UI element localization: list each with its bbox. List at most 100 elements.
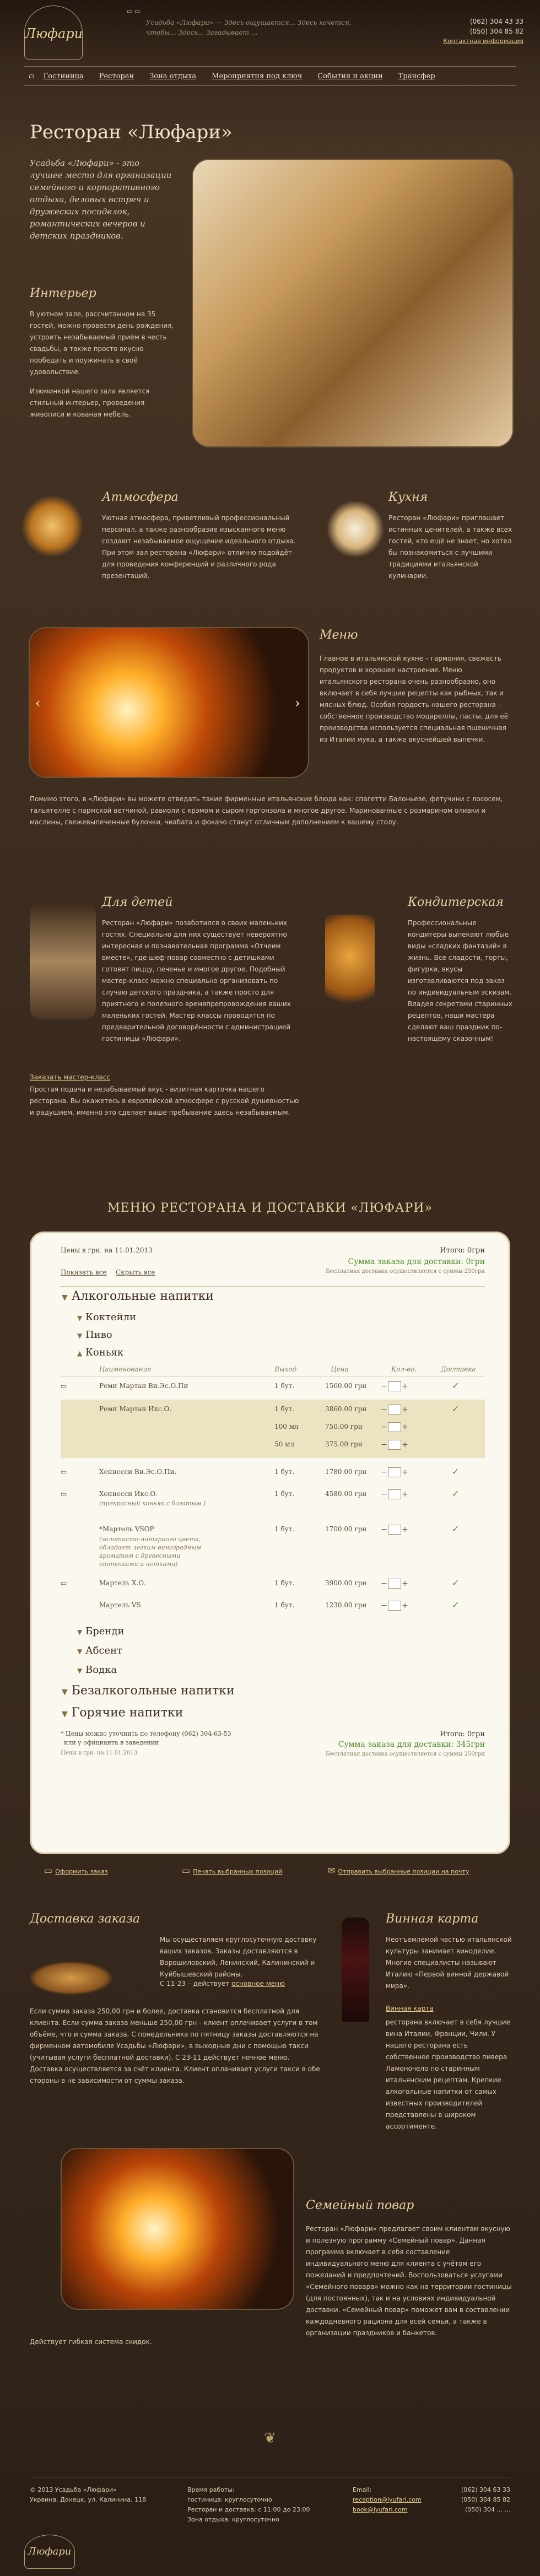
quantity-input[interactable]	[388, 1404, 401, 1414]
divider	[61, 1376, 485, 1378]
nav-item-transfer[interactable]: Трансфер	[398, 72, 435, 80]
item-price: 375.00 грн	[325, 1440, 363, 1448]
plus-icon[interactable]: +	[401, 1579, 409, 1588]
delivery-check-icon: ✓	[452, 1600, 460, 1610]
item-name: *Мартель VSOP	[99, 1525, 154, 1533]
delivery-total-bottom: Сумма заказа для доставки: 345грн	[338, 1740, 485, 1749]
wine-card-link[interactable]: Винная карта	[386, 2003, 434, 2015]
plus-icon[interactable]: +	[401, 1423, 409, 1432]
quantity-stepper[interactable]: − +	[380, 1439, 409, 1450]
plus-icon[interactable]: +	[401, 1601, 409, 1610]
minus-icon[interactable]: −	[380, 1423, 388, 1432]
quantity-input[interactable]	[388, 1467, 401, 1477]
subcategory-vodka-label: Водка	[85, 1664, 117, 1676]
order-masterclass-link[interactable]: Заказать мастер-класс	[30, 1072, 110, 1083]
print-button[interactable]: ▭ Печать выбранных позиций	[182, 1865, 282, 1876]
main-menu-link[interactable]: основное меню	[231, 1980, 285, 1988]
quantity-input[interactable]	[388, 1578, 401, 1589]
page-title: Ресторан «Люфари»	[30, 121, 233, 143]
minus-icon[interactable]: −	[380, 1601, 388, 1610]
item-output: 1 бут.	[274, 1525, 295, 1533]
col-delivery: Доставка	[441, 1365, 476, 1373]
nav-item-recreation[interactable]: Зона отдыха	[149, 72, 196, 80]
plus-icon[interactable]: +	[401, 1525, 409, 1534]
item-output: 1 бут.	[274, 1490, 295, 1498]
minus-icon[interactable]: −	[380, 1490, 388, 1499]
item-price: 1560.00 грн	[325, 1382, 367, 1390]
show-all-link[interactable]: Показать все	[61, 1268, 107, 1276]
quantity-stepper[interactable]: − +	[380, 1524, 409, 1535]
kitchen-title: Кухня	[388, 490, 428, 504]
chevron-down-icon: ▼	[77, 1314, 83, 1322]
flag-icons[interactable]: ▭ ▭	[127, 8, 140, 15]
subcategory-vodka[interactable]: ▼ Водка	[77, 1664, 117, 1676]
wine-bottle-photo	[342, 1918, 369, 2022]
subcategory-cognac[interactable]: ▲ Коньяк	[77, 1347, 123, 1358]
price-date: Цены в грн. на 11.01.2013	[61, 1246, 153, 1254]
footer-logo[interactable]: Люфари	[24, 2535, 75, 2569]
kids-photo	[30, 904, 96, 1019]
subcategory-absinthe[interactable]: ▼ Абсент	[77, 1645, 122, 1656]
header-phones: (062) 304 43 33 (050) 304 85 82 Контактн…	[419, 17, 523, 46]
kids-text-2: Простая подача и незабываемый вкус - виз…	[30, 1086, 299, 1116]
minus-icon[interactable]: −	[380, 1382, 388, 1391]
item-name: Хеннесси Икс.О.	[99, 1490, 158, 1498]
quantity-stepper[interactable]: − +	[380, 1403, 409, 1414]
item-name: Реми Мартан Икс.О.	[99, 1405, 172, 1413]
quantity-input[interactable]	[388, 1422, 401, 1432]
plus-icon[interactable]: +	[401, 1405, 409, 1414]
quantity-stepper[interactable]: − +	[380, 1380, 409, 1391]
category-alcohol[interactable]: ▼ Алкогольные напитки	[62, 1289, 214, 1303]
minus-icon[interactable]: −	[380, 1468, 388, 1477]
minus-icon[interactable]: −	[380, 1579, 388, 1588]
quantity-input[interactable]	[388, 1439, 401, 1450]
home-icon[interactable]: ⌂	[29, 72, 35, 80]
nav-item-hotel[interactable]: Гостиница	[44, 72, 84, 80]
chevron-down-icon: ▼	[77, 1332, 83, 1340]
checkout-button[interactable]: ▭ Оформить заказ	[44, 1865, 108, 1876]
family-chef-text-2: Действует гибкая система скидок.	[30, 2338, 152, 2346]
plus-icon[interactable]: +	[401, 1382, 409, 1391]
subcategory-brandy[interactable]: ▼ Бренди	[77, 1625, 124, 1637]
item-output: 1 бут.	[274, 1601, 295, 1609]
category-soft-drinks[interactable]: ▼ Безалкогольные напитки	[62, 1684, 235, 1698]
slider-next-arrow[interactable]: ›	[295, 695, 300, 711]
quantity-stepper[interactable]: − +	[380, 1466, 409, 1477]
minus-icon[interactable]: −	[380, 1440, 388, 1449]
checkout-label: Оформить заказ	[55, 1868, 108, 1875]
delivery-check-icon: ✓	[452, 1578, 460, 1588]
quantity-input[interactable]	[388, 1381, 401, 1391]
quantity-stepper[interactable]: − +	[380, 1600, 409, 1611]
email-link-1[interactable]: reception@lyufari.com	[353, 2496, 422, 2503]
hide-all-link[interactable]: Скрыть все	[116, 1268, 155, 1276]
contacts-link[interactable]: Контактная информация	[419, 36, 523, 46]
main-nav: ⌂ Гостиница Ресторан Зона отдыха Меропри…	[24, 66, 516, 86]
quantity-stepper[interactable]: − +	[380, 1421, 409, 1432]
nav-item-restaurant[interactable]: Ресторан	[99, 72, 134, 80]
quantity-input[interactable]	[388, 1524, 401, 1535]
subcategory-cocktails-label: Коктейли	[85, 1311, 137, 1323]
bottle-icon: ▭	[61, 1579, 67, 1587]
quantity-input[interactable]	[388, 1600, 401, 1611]
plus-icon[interactable]: +	[401, 1440, 409, 1449]
nav-item-events-turnkey[interactable]: Мероприятия под ключ	[212, 72, 302, 80]
item-name: Мартель Х.О.	[99, 1579, 146, 1587]
email-button[interactable]: ✉ Отправить выбранные позиции на почту	[328, 1865, 469, 1876]
logo[interactable]: Люфари	[24, 6, 83, 60]
footer-phones: (062) 304 63 33 (050) 304 85 82 (050) 30…	[435, 2485, 510, 2515]
nav-item-events-promos[interactable]: События и акции	[317, 72, 383, 80]
plus-icon[interactable]: +	[401, 1490, 409, 1499]
quantity-input[interactable]	[388, 1489, 401, 1499]
minus-icon[interactable]: −	[380, 1525, 388, 1534]
minus-icon[interactable]: −	[380, 1405, 388, 1414]
plus-icon[interactable]: +	[401, 1468, 409, 1477]
email-link-2[interactable]: book@lyufari.com	[353, 2506, 408, 2513]
subcategory-cocktails[interactable]: ▼ Коктейли	[77, 1311, 136, 1323]
slider-prev-arrow[interactable]: ‹	[35, 695, 41, 711]
quantity-stepper[interactable]: − +	[380, 1578, 409, 1589]
quantity-stepper[interactable]: − +	[380, 1488, 409, 1499]
promo-text: С 11-23 – действует	[160, 1980, 230, 1988]
total-label: Итого: 0грн	[440, 1246, 485, 1255]
category-hot-drinks[interactable]: ▼ Горячие напитки	[62, 1706, 183, 1720]
subcategory-beer[interactable]: ▼ Пиво	[77, 1329, 112, 1341]
